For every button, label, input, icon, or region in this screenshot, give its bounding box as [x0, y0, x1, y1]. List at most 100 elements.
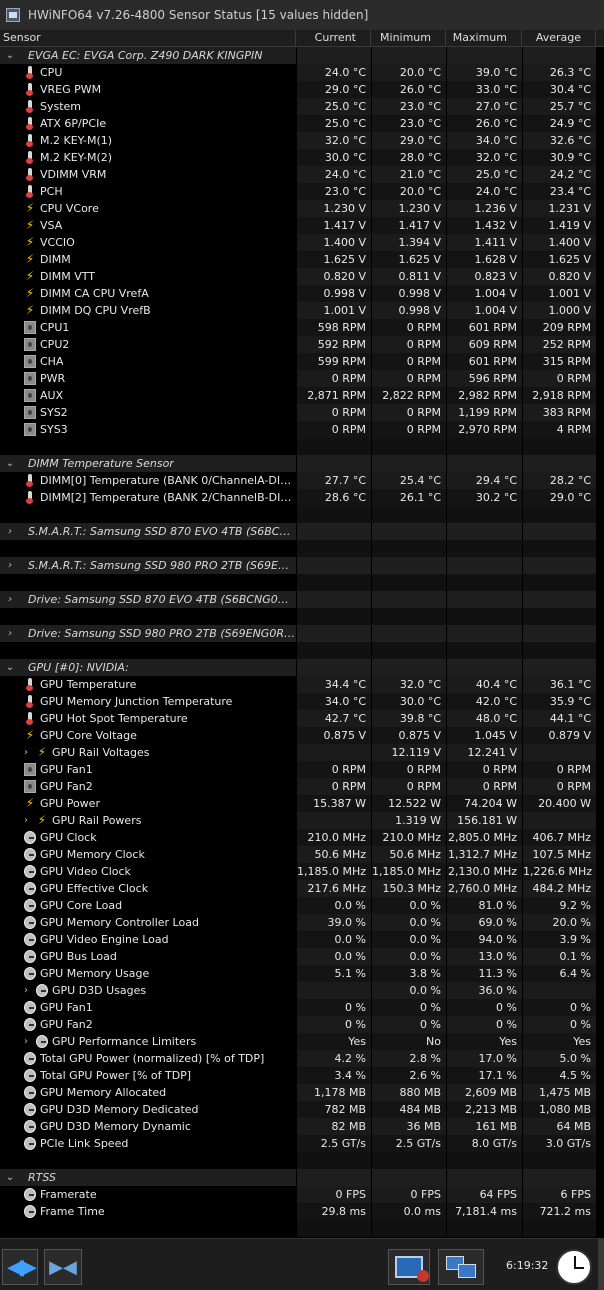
sensor-row[interactable]: PCH 23.0 °C 20.0 °C 24.0 °C 23.4 °C [0, 183, 604, 200]
sensor-subgroup-row[interactable]: › ⚡ GPU Rail Voltages 12.119 V 12.241 V [0, 744, 604, 761]
column-header-current[interactable]: Current [296, 30, 371, 46]
sensor-row[interactable]: GPU Memory Clock 50.6 MHz 50.6 MHz 1,312.7 … [0, 846, 604, 863]
expand-chevron-icon[interactable]: › [20, 812, 32, 829]
sensor-row[interactable]: GPU Video Clock 1,185.0 MHz 1,185.0 MHz 2,1… [0, 863, 604, 880]
sensor-row[interactable]: ⚡ CPU VCore 1.230 V 1.230 V 1.236 V 1.231 V [0, 200, 604, 217]
value-minimum: 0.875 V [371, 727, 446, 744]
value-current: 1.400 V [296, 234, 371, 251]
sensor-row[interactable]: DIMM[2] Temperature (BANK 2/ChannelB-DIM… [0, 489, 604, 506]
sensor-label: Total GPU Power (normalized) [% of TDP] [40, 1052, 265, 1065]
sensor-row[interactable]: GPU Memory Controller Load 39.0 % 0.0 % 69.… [0, 914, 604, 931]
expand-chevron-icon[interactable]: › [4, 523, 16, 540]
sensor-group-header[interactable]: › Drive: Samsung SSD 870 EVO 4TB (S6BCNG0… [0, 591, 604, 608]
sensor-row[interactable]: GPU Temperature 34.4 °C 32.0 °C 40.4 °C 36.1… [0, 676, 604, 693]
expand-chevron-icon[interactable]: › [4, 557, 16, 574]
sensor-row[interactable]: Total GPU Power [% of TDP] 3.4 % 2.6 % 17.1… [0, 1067, 604, 1084]
sensor-row[interactable]: CPU 24.0 °C 20.0 °C 39.0 °C 26.3 °C [0, 64, 604, 81]
sensor-row[interactable]: GPU Hot Spot Temperature 42.7 °C 39.8 °C 48… [0, 710, 604, 727]
sensor-row[interactable]: GPU Memory Usage 5.1 % 3.8 % 11.3 % 6.4 % [0, 965, 604, 982]
sensor-row[interactable]: AUX 2,871 RPM 2,822 RPM 2,982 RPM 2,918 RPM [0, 387, 604, 404]
sensor-row[interactable]: GPU Memory Allocated 1,178 MB 880 MB 2,609 … [0, 1084, 604, 1101]
value-current [296, 982, 371, 999]
sensor-subgroup-row[interactable]: › ⚡ GPU Rail Powers 1.319 W 156.181 W [0, 812, 604, 829]
sensor-row[interactable]: GPU Fan2 0 % 0 % 0 % 0 % [0, 1016, 604, 1033]
sensor-row[interactable]: M.2 KEY-M(1) 32.0 °C 29.0 °C 34.0 °C 32.6 °C [0, 132, 604, 149]
sensor-row[interactable]: GPU Fan1 0 % 0 % 0 % 0 % [0, 999, 604, 1016]
value-maximum: 42.0 °C [446, 693, 522, 710]
sensor-group-header[interactable]: › S.M.A.R.T.: Samsung SSD 870 EVO 4TB (S6… [0, 523, 604, 540]
sensor-row[interactable]: GPU Bus Load 0.0 % 0.0 % 13.0 % 0.1 % [0, 948, 604, 965]
sensor-group-header[interactable]: › S.M.A.R.T.: Samsung SSD 980 PRO 2TB (S6… [0, 557, 604, 574]
clock-icon [24, 1137, 36, 1150]
sensor-row[interactable]: Framerate 0 FPS 0 FPS 64 FPS 6 FPS [0, 1186, 604, 1203]
value-current [296, 1152, 371, 1169]
sensor-subgroup-row[interactable]: › GPU Performance Limiters Yes No Yes Yes [0, 1033, 604, 1050]
sensor-row[interactable]: SYS3 0 RPM 0 RPM 2,970 RPM 4 RPM [0, 421, 604, 438]
snap-columns-button[interactable]: ▶◀ [44, 1249, 82, 1285]
sensor-row[interactable]: GPU Fan2 0 RPM 0 RPM 0 RPM 0 RPM [0, 778, 604, 795]
sensor-row[interactable]: ⚡ GPU Power 15.387 W 12.522 W 74.204 W 20.400… [0, 795, 604, 812]
sensor-row[interactable]: Total GPU Power (normalized) [% of TDP] 4… [0, 1050, 604, 1067]
voltage-icon: ⚡ [25, 796, 35, 810]
sensor-row[interactable]: PWR 0 RPM 0 RPM 596 RPM 0 RPM [0, 370, 604, 387]
network-button[interactable] [438, 1249, 484, 1285]
sensor-row[interactable]: ⚡ DIMM DQ CPU VrefB 1.001 V 0.998 V 1.004 V1… [0, 302, 604, 319]
sensor-row[interactable]: CPU2 592 RPM 0 RPM 609 RPM 252 RPM [0, 336, 604, 353]
sensor-group-header[interactable]: ⌄ RTSS [0, 1169, 604, 1186]
sensor-row[interactable]: GPU D3D Memory Dedicated 782 MB 484 MB 2,21… [0, 1101, 604, 1118]
column-header-average[interactable]: Average [522, 30, 596, 46]
sensor-row[interactable]: PCIe Link Speed 2.5 GT/s 2.5 GT/s 8.0 GT/s 3… [0, 1135, 604, 1152]
sensor-row[interactable]: ⚡ VCCIO 1.400 V 1.394 V 1.411 V 1.400 V [0, 234, 604, 251]
sensor-subgroup-row[interactable]: › GPU D3D Usages 0.0 % 36.0 % [0, 982, 604, 999]
sensor-row[interactable]: GPU D3D Memory Dynamic 82 MB 36 MB 161 MB 64… [0, 1118, 604, 1135]
sensor-row[interactable]: ⚡ DIMM VTT 0.820 V 0.811 V 0.823 V 0.820 V [0, 268, 604, 285]
sensor-row[interactable]: ⚡ GPU Core Voltage 0.875 V 0.875 V 1.045 V 0.… [0, 727, 604, 744]
sensor-group-header[interactable]: ⌄ EVGA EC: EVGA Corp. Z490 DARK KINGPIN [0, 47, 604, 64]
sensor-row[interactable]: CHA 599 RPM 0 RPM 601 RPM 315 RPM [0, 353, 604, 370]
sensor-row[interactable]: GPU Fan1 0 RPM 0 RPM 0 RPM 0 RPM [0, 761, 604, 778]
sensor-group-header[interactable]: › Drive: Samsung SSD 980 PRO 2TB (S69ENG0… [0, 625, 604, 642]
collapse-chevron-icon[interactable]: ⌄ [4, 47, 16, 64]
column-header-minimum[interactable]: Minimum [371, 30, 446, 46]
sensor-group-header[interactable]: ⌄ DIMM Temperature Sensor [0, 455, 604, 472]
expand-chevron-icon[interactable]: › [20, 1033, 32, 1050]
column-header-maximum[interactable]: Maximum [446, 30, 522, 46]
sensor-row[interactable]: Frame Time 29.8 ms 0.0 ms 7,181.4 ms 721.2 m… [0, 1203, 604, 1220]
sensor-row[interactable]: GPU Core Load 0.0 % 0.0 % 81.0 % 9.2 % [0, 897, 604, 914]
window-edge [598, 1239, 604, 1290]
sensor-row[interactable]: DIMM[0] Temperature (BANK 0/ChannelA-DIM… [0, 472, 604, 489]
collapse-chevron-icon[interactable]: ⌄ [4, 1169, 16, 1186]
sensor-row[interactable]: GPU Video Engine Load 0.0 % 0.0 % 94.0 % 3.9… [0, 931, 604, 948]
navigate-arrows-button[interactable]: ◀▶ [2, 1249, 38, 1285]
sensor-row[interactable]: VREG PWM 29.0 °C 26.0 °C 33.0 °C 30.4 °C [0, 81, 604, 98]
value-average: 30.9 °C [522, 149, 596, 166]
sensor-row[interactable]: GPU Clock 210.0 MHz 210.0 MHz 2,805.0 MHz 40… [0, 829, 604, 846]
sensor-row[interactable]: SYS2 0 RPM 0 RPM 1,199 RPM 383 RPM [0, 404, 604, 421]
group-label: S.M.A.R.T.: Samsung SSD 980 PRO 2TB (S69… [28, 559, 296, 572]
expand-chevron-icon[interactable]: › [4, 625, 16, 642]
sensor-row[interactable]: ⚡ DIMM 1.625 V 1.625 V 1.628 V 1.625 V [0, 251, 604, 268]
sensor-row[interactable]: VDIMM VRM 24.0 °C 21.0 °C 25.0 °C 24.2 °C [0, 166, 604, 183]
clock-icon[interactable] [556, 1249, 592, 1285]
expand-chevron-icon[interactable]: › [20, 982, 32, 999]
sensor-row[interactable]: ⚡ DIMM CA CPU VrefA 0.998 V 0.998 V 1.004 V1… [0, 285, 604, 302]
sensor-row[interactable]: System 25.0 °C 23.0 °C 27.0 °C 25.7 °C [0, 98, 604, 115]
sensor-row[interactable]: GPU Memory Junction Temperature 34.0 °C 30… [0, 693, 604, 710]
sensor-row[interactable]: GPU Effective Clock 217.6 MHz 150.3 MHz 2,7… [0, 880, 604, 897]
sensor-group-header[interactable]: ⌄ GPU [#0]: NVIDIA: [0, 659, 604, 676]
collapse-chevron-icon[interactable]: ⌄ [4, 659, 16, 676]
report-button[interactable] [388, 1249, 430, 1285]
sensor-row[interactable]: ⚡ VSA 1.417 V 1.417 V 1.432 V 1.419 V [0, 217, 604, 234]
expand-chevron-icon[interactable]: › [4, 591, 16, 608]
value-current: 1.001 V [296, 302, 371, 319]
value-average [522, 47, 596, 64]
value-minimum: 0.0 % [371, 914, 446, 931]
sensor-row[interactable]: CPU1 598 RPM 0 RPM 601 RPM 209 RPM [0, 319, 604, 336]
title-bar: HWiNFO64 v7.26-4800 Sensor Status [15 va… [0, 0, 604, 30]
column-header-sensor[interactable]: Sensor [0, 30, 296, 46]
sensor-row[interactable]: M.2 KEY-M(2) 30.0 °C 28.0 °C 32.0 °C 30.9 °C [0, 149, 604, 166]
sensor-label: DIMM CA CPU VrefA [40, 287, 149, 300]
expand-chevron-icon[interactable]: › [20, 744, 32, 761]
collapse-chevron-icon[interactable]: ⌄ [4, 455, 16, 472]
sensor-row[interactable]: ATX 6P/PCIe 25.0 °C 23.0 °C 26.0 °C 24.9 °C [0, 115, 604, 132]
